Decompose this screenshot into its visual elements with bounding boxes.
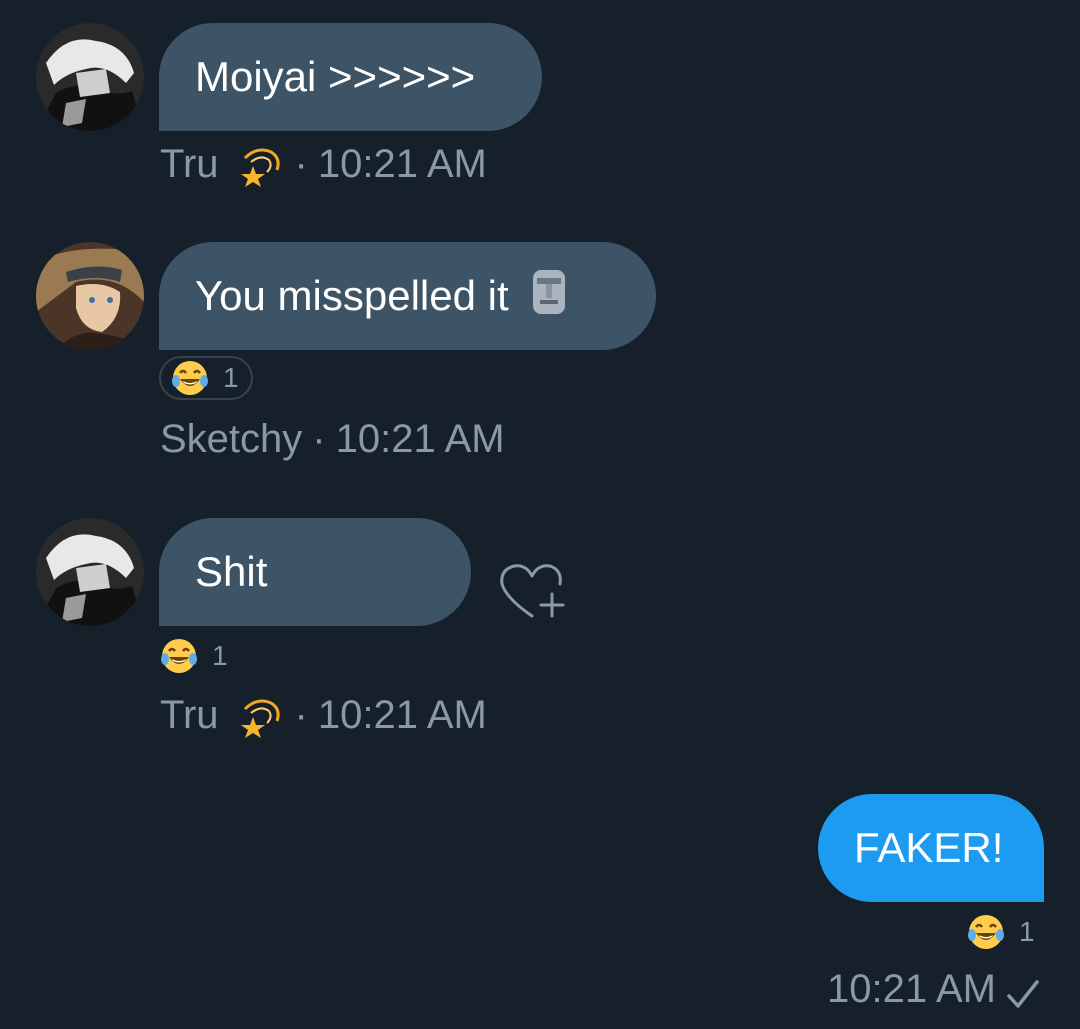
message-bubble[interactable]: Moiyai >>>>>> [159, 23, 542, 131]
message-meta: Tru · 10:21 AM [160, 691, 487, 739]
message-text: Shit [195, 548, 268, 595]
message-time: 10:21 AM [317, 693, 487, 737]
message-bubble[interactable]: Shit [159, 518, 471, 626]
reaction[interactable]: 1 [160, 637, 228, 675]
reaction-count: 1 [1019, 916, 1035, 947]
avatar-tru[interactable] [36, 518, 144, 626]
message-bubble[interactable]: You misspelled it [159, 242, 656, 350]
message-time: 10:21 AM [827, 967, 997, 1011]
face-with-tears-of-joy-emoji [161, 639, 197, 673]
message-meta: Tru · 10:21 AM [160, 140, 487, 188]
avatar-image [36, 518, 144, 626]
meta-separator: · [294, 693, 308, 737]
reaction-count: 1 [212, 640, 228, 671]
dizzy-star-emoji [240, 699, 280, 738]
message-time: 10:21 AM [335, 417, 505, 461]
message-text: You misspelled it [195, 272, 509, 319]
face-with-tears-of-joy-emoji [968, 915, 1004, 949]
avatar-image [36, 242, 144, 350]
meta-separator: · [312, 417, 326, 461]
message-time: 10:21 AM [317, 142, 487, 186]
moai-emoji [532, 270, 565, 314]
sender-name: Tru [160, 693, 219, 737]
message-text: FAKER! [854, 824, 1004, 871]
dizzy-star-emoji [240, 148, 280, 187]
message-text: Moiyai >>>>>> [195, 53, 476, 100]
sender-name: Tru [160, 142, 219, 186]
avatar-image [36, 23, 144, 131]
add-reaction-heart-icon[interactable] [498, 560, 570, 624]
message-bubble-sent[interactable]: FAKER! [818, 794, 1044, 902]
reaction[interactable]: 1 [967, 913, 1035, 951]
meta-separator: · [294, 142, 308, 186]
avatar-tru[interactable] [36, 23, 144, 131]
message-meta: Sketchy · 10:21 AM [160, 415, 505, 463]
face-with-tears-of-joy-emoji [172, 361, 208, 395]
reaction-pill[interactable]: 1 [159, 356, 253, 400]
sender-name: Sketchy [160, 417, 303, 461]
checkmark-icon [1007, 980, 1039, 1008]
avatar-sketchy[interactable] [36, 242, 144, 350]
message-meta: 10:21 AM [827, 965, 996, 1013]
reaction-count: 1 [223, 362, 239, 393]
